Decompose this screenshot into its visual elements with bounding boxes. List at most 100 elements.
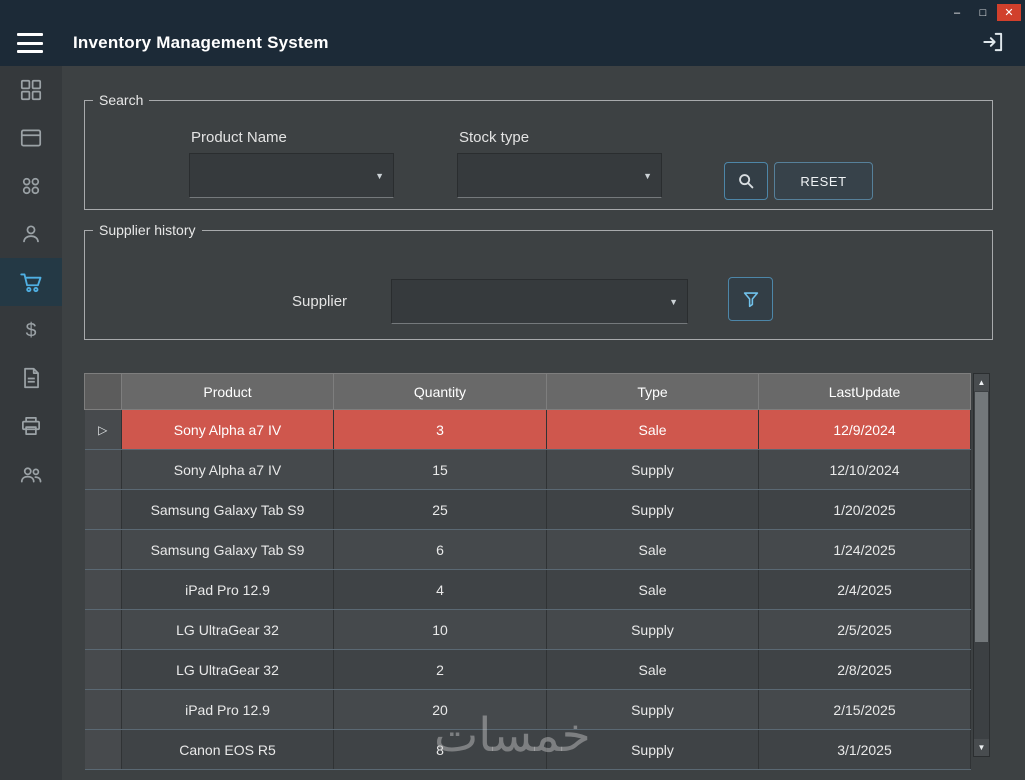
column-header-quantity[interactable]: Quantity bbox=[333, 373, 547, 410]
cell-type: Sale bbox=[546, 569, 759, 610]
vertical-scrollbar[interactable]: ▲ ▼ bbox=[973, 373, 990, 757]
column-header-lastupdate[interactable]: LastUpdate bbox=[758, 373, 971, 410]
users-icon bbox=[20, 467, 42, 483]
table-row[interactable]: Sony Alpha a7 IV 15 Supply 12/10/2024 bbox=[84, 449, 971, 490]
sidebar-item-purchases[interactable] bbox=[0, 258, 62, 306]
scroll-up-button[interactable]: ▲ bbox=[974, 374, 989, 391]
products-icon bbox=[20, 129, 42, 147]
cell-quantity: 25 bbox=[333, 489, 547, 530]
app-title: Inventory Management System bbox=[73, 33, 329, 52]
logout-icon bbox=[983, 32, 1003, 52]
row-selector-cell[interactable] bbox=[84, 649, 122, 690]
table-row[interactable]: Samsung Galaxy Tab S9 25 Supply 1/20/202… bbox=[84, 489, 971, 530]
stock-type-combobox[interactable]: ▼ bbox=[457, 153, 662, 198]
cell-lastupdate: 1/20/2025 bbox=[758, 489, 971, 530]
inventory-table: Product Quantity Type LastUpdate ▷ Sony … bbox=[84, 373, 971, 770]
cell-product: Samsung Galaxy Tab S9 bbox=[121, 529, 334, 570]
sidebar: $ bbox=[0, 66, 62, 780]
titlebar: – □ ✕ Inventory Management System bbox=[0, 0, 1025, 66]
search-button[interactable] bbox=[724, 162, 768, 200]
table-corner-cell bbox=[84, 373, 122, 410]
shopping-cart-icon bbox=[20, 273, 42, 293]
sidebar-item-dashboard[interactable] bbox=[0, 66, 62, 114]
cell-type: Supply bbox=[546, 489, 759, 530]
minimize-button[interactable]: – bbox=[945, 4, 969, 21]
row-selector-cell[interactable] bbox=[84, 449, 122, 490]
scroll-down-button[interactable]: ▼ bbox=[974, 739, 989, 756]
filter-button[interactable] bbox=[728, 277, 773, 321]
row-selector-cell[interactable] bbox=[84, 489, 122, 530]
row-selector-cell[interactable]: ▷ bbox=[84, 409, 122, 450]
supplier-label: Supplier bbox=[292, 293, 348, 310]
row-selector-cell[interactable] bbox=[84, 569, 122, 610]
table-row[interactable]: Samsung Galaxy Tab S9 6 Sale 1/24/2025 bbox=[84, 529, 971, 570]
logout-button[interactable] bbox=[977, 29, 1009, 57]
menu-button[interactable] bbox=[16, 31, 46, 55]
cell-type: Sale bbox=[546, 529, 759, 570]
sidebar-item-categories[interactable] bbox=[0, 162, 62, 210]
cell-product: Canon EOS R5 bbox=[121, 729, 334, 770]
table-row[interactable]: LG UltraGear 32 10 Supply 2/5/2025 bbox=[84, 609, 971, 650]
table-row[interactable]: LG UltraGear 32 2 Sale 2/8/2025 bbox=[84, 649, 971, 690]
product-name-label: Product Name bbox=[191, 129, 287, 146]
row-selector-cell[interactable] bbox=[84, 529, 122, 570]
cell-quantity: 10 bbox=[333, 609, 547, 650]
filter-funnel-icon bbox=[743, 292, 758, 308]
stock-type-label: Stock type bbox=[459, 129, 530, 146]
cell-quantity: 3 bbox=[333, 409, 547, 450]
cell-quantity: 8 bbox=[333, 729, 547, 770]
cell-quantity: 2 bbox=[333, 649, 547, 690]
close-button[interactable]: ✕ bbox=[997, 4, 1021, 21]
dashboard-icon bbox=[20, 79, 42, 101]
cell-lastupdate: 12/9/2024 bbox=[758, 409, 971, 450]
row-selector-cell[interactable] bbox=[84, 689, 122, 730]
cell-quantity: 15 bbox=[333, 449, 547, 490]
current-row-marker: ▷ bbox=[98, 422, 108, 437]
categories-icon bbox=[22, 177, 40, 195]
maximize-button[interactable]: □ bbox=[971, 4, 995, 21]
cell-product: LG UltraGear 32 bbox=[121, 609, 334, 650]
main-content: Search Product Name ▼ Stock type ▼ RESET… bbox=[62, 66, 1025, 780]
supplier-history-panel: Supplier history Supplier ▼ bbox=[84, 222, 993, 340]
row-selector-cell[interactable] bbox=[84, 609, 122, 650]
sidebar-item-users[interactable] bbox=[0, 450, 62, 498]
scrollbar-thumb[interactable] bbox=[975, 392, 988, 642]
column-header-product[interactable]: Product bbox=[121, 373, 334, 410]
cell-lastupdate: 12/10/2024 bbox=[758, 449, 971, 490]
table-row[interactable]: iPad Pro 12.9 4 Sale 2/4/2025 bbox=[84, 569, 971, 610]
supplier-combobox[interactable]: ▼ bbox=[391, 279, 688, 324]
sidebar-item-print[interactable] bbox=[0, 402, 62, 450]
search-panel: Search Product Name ▼ Stock type ▼ RESET bbox=[84, 92, 993, 210]
product-name-combobox[interactable]: ▼ bbox=[189, 153, 394, 198]
sidebar-item-suppliers[interactable] bbox=[0, 210, 62, 258]
row-selector-cell[interactable] bbox=[84, 729, 122, 770]
sidebar-item-products[interactable] bbox=[0, 114, 62, 162]
table-row[interactable]: Canon EOS R5 8 Supply 3/1/2025 bbox=[84, 729, 971, 770]
dollar-icon: $ bbox=[26, 320, 37, 342]
sidebar-item-invoices[interactable] bbox=[0, 354, 62, 402]
reset-button[interactable]: RESET bbox=[774, 162, 873, 200]
cell-quantity: 6 bbox=[333, 529, 547, 570]
search-panel-title: Search bbox=[99, 92, 144, 108]
dropdown-arrow-icon: ▼ bbox=[375, 170, 384, 181]
cell-lastupdate: 3/1/2025 bbox=[758, 729, 971, 770]
cell-product: Sony Alpha a7 IV bbox=[121, 449, 334, 490]
table-row[interactable]: iPad Pro 12.9 20 Supply 2/15/2025 bbox=[84, 689, 971, 730]
cell-quantity: 20 bbox=[333, 689, 547, 730]
cell-lastupdate: 2/8/2025 bbox=[758, 649, 971, 690]
cell-product: iPad Pro 12.9 bbox=[121, 689, 334, 730]
sidebar-item-sales[interactable]: $ bbox=[0, 306, 62, 354]
cell-type: Supply bbox=[546, 689, 759, 730]
search-icon bbox=[739, 174, 754, 189]
cell-lastupdate: 2/4/2025 bbox=[758, 569, 971, 610]
table-body: ▷ Sony Alpha a7 IV 3 Sale 12/9/2024 Sony… bbox=[84, 409, 971, 770]
cell-quantity: 4 bbox=[333, 569, 547, 610]
window-controls: – □ ✕ bbox=[945, 4, 1021, 21]
document-icon bbox=[24, 367, 39, 389]
supplier-panel-title: Supplier history bbox=[99, 222, 196, 238]
table-header-row: Product Quantity Type LastUpdate bbox=[84, 373, 971, 410]
column-header-type[interactable]: Type bbox=[546, 373, 759, 410]
table-row[interactable]: ▷ Sony Alpha a7 IV 3 Sale 12/9/2024 bbox=[84, 409, 971, 450]
svg-text:$: $ bbox=[26, 320, 37, 342]
cell-lastupdate: 1/24/2025 bbox=[758, 529, 971, 570]
